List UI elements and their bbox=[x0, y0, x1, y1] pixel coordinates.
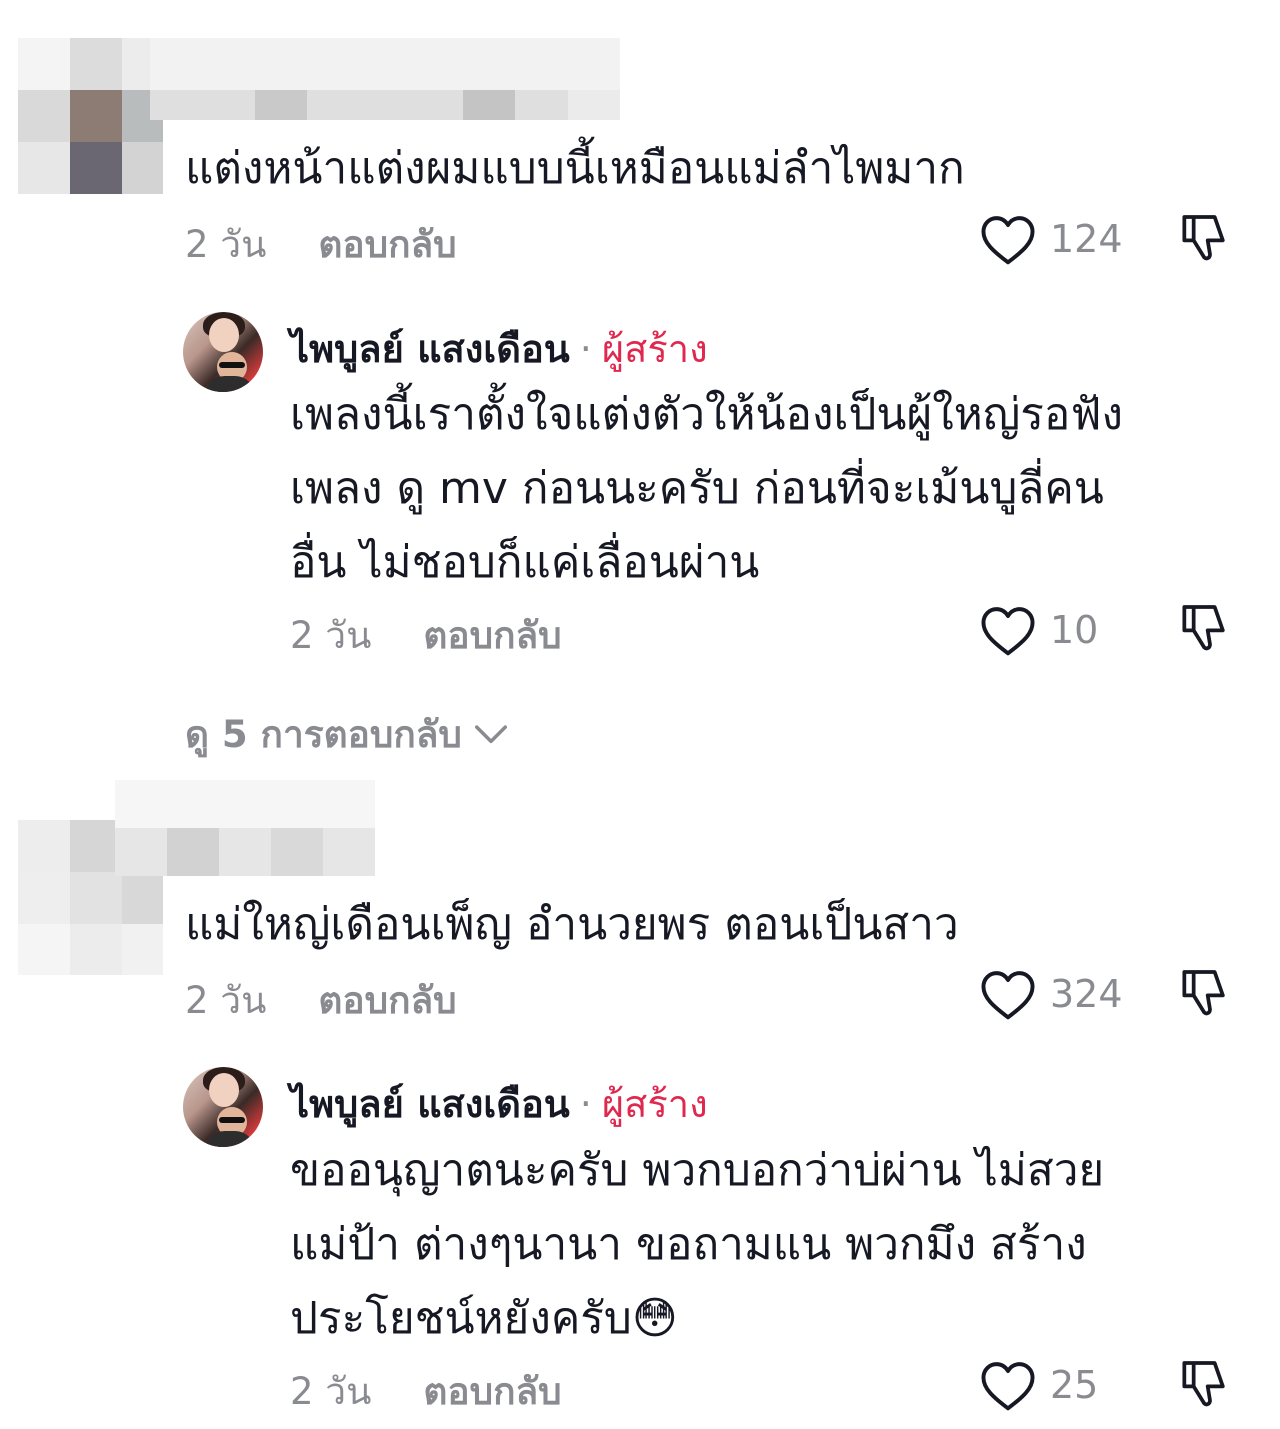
dislike-button[interactable] bbox=[1175, 965, 1231, 1025]
like-button[interactable]: 10 bbox=[978, 603, 1098, 657]
like-count: 10 bbox=[1050, 608, 1099, 652]
comment-time: 2 วัน bbox=[185, 979, 267, 1022]
blurred-avatar[interactable] bbox=[18, 38, 163, 194]
reply-author[interactable]: ไพบูลย์ แสงเดือน bbox=[290, 327, 570, 371]
heart-icon bbox=[981, 1362, 1035, 1411]
reply-meta: 2 วัน ตอบกลับ bbox=[290, 1362, 562, 1421]
reply-button[interactable]: ตอบกลับ bbox=[318, 223, 456, 266]
like-count: 324 bbox=[1050, 972, 1123, 1016]
dislike-button[interactable] bbox=[1175, 210, 1231, 270]
heart-icon bbox=[981, 216, 1035, 265]
reply-line: ขออนุญาตนะครับ พวกบอกว่าบ่ผ่าน ไม่สวย bbox=[290, 1145, 1105, 1196]
reply-author-line: ไพบูลย์ แสงเดือน · ผู้สร้าง bbox=[290, 318, 708, 379]
dislike-button[interactable] bbox=[1175, 600, 1231, 660]
like-count: 124 bbox=[1050, 217, 1123, 261]
creator-badge: ผู้สร้าง bbox=[601, 327, 708, 371]
comment-meta: 2 วัน ตอบกลับ bbox=[185, 215, 457, 274]
like-count: 25 bbox=[1050, 1363, 1099, 1407]
comment-time: 2 วัน bbox=[185, 223, 267, 266]
like-button[interactable]: 25 bbox=[978, 1358, 1098, 1412]
reply-author[interactable]: ไพบูลย์ แสงเดือน bbox=[290, 1082, 570, 1126]
heart-icon bbox=[981, 607, 1035, 656]
blurred-username[interactable] bbox=[115, 780, 375, 876]
comment-meta: 2 วัน ตอบกลับ bbox=[185, 971, 457, 1030]
creator-avatar[interactable] bbox=[183, 1067, 263, 1147]
thumbs-down-icon bbox=[1182, 970, 1225, 1016]
reply-time: 2 วัน bbox=[290, 614, 372, 657]
chevron-down-icon bbox=[474, 724, 507, 743]
reply-line: แม่ป้า ต่างๆนานา ขอถามแน พวกมึง สร้าง bbox=[290, 1219, 1087, 1270]
reply-line: อื่น ไม่ชอบก็แค่เลื่อนผ่าน bbox=[290, 537, 760, 588]
view-replies-button[interactable]: ดู 5 การตอบกลับ bbox=[185, 705, 510, 764]
like-button[interactable]: 124 bbox=[978, 212, 1123, 266]
comment-text: แต่งหน้าแต่งผมแบบนี้เหมือนแม่ลำไพมาก bbox=[185, 143, 965, 194]
dislike-button[interactable] bbox=[1175, 1356, 1231, 1416]
reply-text: ขออนุญาตนะครับ พวกบอกว่าบ่ผ่าน ไม่สวย แม… bbox=[290, 1134, 1255, 1356]
reply-text: เพลงนี้เราตั้งใจแต่งตัวให้น้องเป็นผู้ใหญ… bbox=[290, 378, 1255, 600]
reply-line: เพลง ดู mv ก่อนนะครับ ก่อนที่จะเม้นบูลี่… bbox=[290, 463, 1104, 514]
reply-button[interactable]: ตอบกลับ bbox=[318, 979, 456, 1022]
heart-icon bbox=[981, 971, 1035, 1020]
thumbs-down-icon bbox=[1182, 605, 1225, 651]
reply-author-line: ไพบูลย์ แสงเดือน · ผู้สร้าง bbox=[290, 1073, 708, 1134]
reply-meta: 2 วัน ตอบกลับ bbox=[290, 606, 562, 665]
separator-dot: · bbox=[579, 1082, 592, 1126]
thumbs-down-icon bbox=[1182, 215, 1225, 261]
reply-time: 2 วัน bbox=[290, 1370, 372, 1413]
creator-badge: ผู้สร้าง bbox=[601, 1082, 708, 1126]
reply-line: ประโยชน์หยังครับ😳 bbox=[290, 1293, 678, 1344]
blurred-username[interactable] bbox=[150, 38, 620, 120]
reply-line: เพลงนี้เราตั้งใจแต่งตัวให้น้องเป็นผู้ใหญ… bbox=[290, 389, 1123, 440]
reply-button[interactable]: ตอบกลับ bbox=[423, 1370, 561, 1413]
separator-dot: · bbox=[579, 327, 592, 371]
creator-avatar[interactable] bbox=[183, 312, 263, 392]
comment-text: แม่ใหญ่เดือนเพ็ญ อำนวยพร ตอนเป็นสาว bbox=[185, 899, 959, 950]
reply-button[interactable]: ตอบกลับ bbox=[423, 614, 561, 657]
like-button[interactable]: 324 bbox=[978, 967, 1123, 1021]
view-replies-label: ดู 5 การตอบกลับ bbox=[185, 713, 462, 756]
thumbs-down-icon bbox=[1182, 1361, 1225, 1407]
